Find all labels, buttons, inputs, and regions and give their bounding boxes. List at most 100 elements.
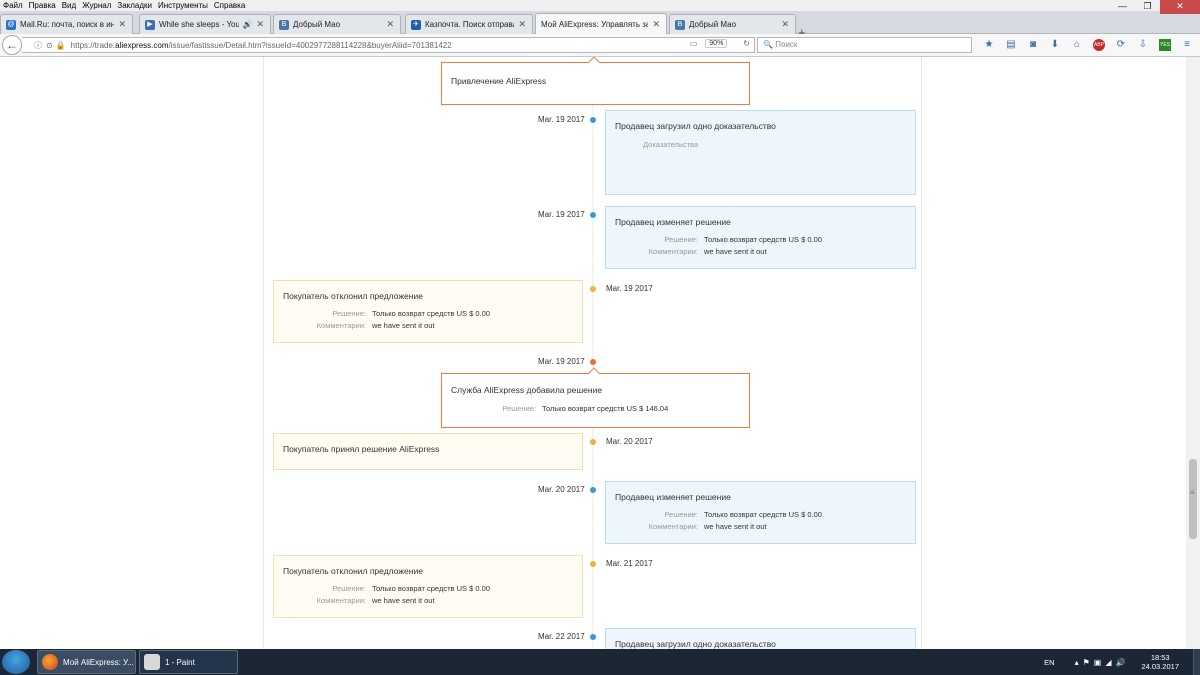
tab-aliexpress[interactable]: Мой AliExpress: Управлять зак... ✕ xyxy=(535,13,667,35)
seller-decision-box: Продавец изменяет решение Решение: Тольк… xyxy=(605,481,916,544)
windows-taskbar: Мой AliExpress: У... 1 - Paint EN ▴⚑▣◢🔊 … xyxy=(0,649,1200,675)
dispute-timeline-panel: Привлечение AliExpress Mar. 19 2017 Прод… xyxy=(263,57,922,649)
paint-icon xyxy=(144,654,160,670)
menu-bookmarks[interactable]: Закладки xyxy=(114,0,155,11)
language-indicator[interactable]: EN xyxy=(1044,658,1054,667)
close-window-button[interactable]: ✕ xyxy=(1160,0,1200,14)
zoom-indicator[interactable]: 90% xyxy=(705,39,728,48)
timeline-dot-buyer xyxy=(590,439,596,445)
event-date: Mar. 20 2017 xyxy=(538,485,585,494)
event-title: Служба AliExpress добавила решение xyxy=(451,385,603,395)
close-tab-icon[interactable]: ✕ xyxy=(386,19,394,30)
event-date: Mar. 19 2017 xyxy=(538,210,585,219)
adblock-icon[interactable]: ABP xyxy=(1093,39,1105,51)
menu-tools[interactable]: Инструменты xyxy=(155,0,211,11)
menu-help[interactable]: Справка xyxy=(211,0,248,11)
show-desktop-button[interactable] xyxy=(1193,649,1200,675)
timeline-dot-seller xyxy=(590,212,596,218)
download-icon[interactable]: ⬇ xyxy=(1044,38,1066,52)
taskbar-item-firefox[interactable]: Мой AliExpress: У... xyxy=(37,650,136,674)
seller-evidence-box: Продавец загрузил одно доказательство xyxy=(605,628,916,649)
buyer-reject-box: Покупатель отклонил предложение Решение:… xyxy=(273,555,583,618)
bookmark-star-icon[interactable]: ★ xyxy=(978,38,1000,52)
mailru-icon: @ xyxy=(6,19,16,30)
decision-value: Только возврат средств US $ 0.00 xyxy=(704,235,822,244)
tab-youtube[interactable]: ▶ While she sleeps - You ... 🔊 ✕ xyxy=(139,14,271,34)
close-tab-icon[interactable]: ✕ xyxy=(118,19,126,30)
close-tab-icon[interactable]: ✕ xyxy=(781,19,789,30)
clock-time: 18:53 xyxy=(1150,653,1170,662)
timeline-dot-seller xyxy=(590,634,596,640)
comment-value: we have sent it out xyxy=(372,321,435,330)
speaker-icon[interactable]: 🔊 xyxy=(242,20,252,29)
grip-icon: ≡ xyxy=(1190,488,1195,497)
menu-file[interactable]: Файл xyxy=(0,0,26,11)
tab-strip: — ❐ ✕ @ Mail.Ru: почта, поиск в ин... ✕ … xyxy=(0,0,1200,39)
tab-kazpost[interactable]: ✈ Казпочта. Поиск отправл... ✕ xyxy=(405,14,533,34)
youtube-icon: ▶ xyxy=(145,19,155,30)
taskbar-item-paint[interactable]: 1 - Paint xyxy=(139,650,238,674)
scrollbar-thumb[interactable] xyxy=(1189,459,1197,539)
yes-extension-icon[interactable]: YES xyxy=(1159,39,1171,51)
menu-edit[interactable]: Правка xyxy=(26,0,59,11)
navigation-bar: ⓘ ⊙ 🔒 https://trade.aliexpress.com/issue… xyxy=(0,34,1200,57)
decision-label: Решение: xyxy=(332,584,366,593)
comment-value: we have sent it out xyxy=(704,522,767,531)
comment-label: Комментарии: xyxy=(316,596,366,605)
menu-view[interactable]: Вид xyxy=(59,0,79,11)
aliexpress-involved-box: Привлечение AliExpress xyxy=(441,57,750,105)
savefrom-icon[interactable]: ⇩ xyxy=(1132,38,1154,52)
sync-icon[interactable]: ⟳ xyxy=(1110,38,1132,52)
page-content: Привлечение AliExpress Mar. 19 2017 Прод… xyxy=(0,57,1186,649)
comment-label: Комментарии: xyxy=(648,522,698,531)
tab-title: Добрый Мао xyxy=(293,20,341,29)
close-tab-icon[interactable]: ✕ xyxy=(652,19,660,30)
timeline-dot-aliexpress xyxy=(590,359,596,365)
vk-icon: B xyxy=(675,19,685,30)
tab-title: Мой AliExpress: Управлять зак... xyxy=(541,20,648,29)
system-tray: EN ▴⚑▣◢🔊 18:53 24.03.2017 xyxy=(1044,649,1200,675)
clock[interactable]: 18:53 24.03.2017 xyxy=(1141,653,1179,671)
timeline-dot-buyer xyxy=(590,286,596,292)
menu-history[interactable]: Журнал xyxy=(79,0,114,11)
tray-icons[interactable]: ▴⚑▣◢🔊 xyxy=(1075,658,1130,667)
back-button[interactable]: ← xyxy=(2,35,22,55)
reader-view-icon[interactable]: ▭ xyxy=(690,39,698,48)
close-tab-icon[interactable]: ✕ xyxy=(256,19,264,30)
decision-label: Решение: xyxy=(502,404,536,413)
lock-icon[interactable]: 🔒 xyxy=(56,41,66,50)
event-date: Mar. 21 2017 xyxy=(606,559,653,568)
tab-vk-2[interactable]: B Добрый Мао ✕ xyxy=(669,14,796,34)
kazpost-icon: ✈ xyxy=(411,19,421,30)
info-icon[interactable]: ⓘ xyxy=(34,40,42,51)
tab-title: Добрый Мао xyxy=(689,20,737,29)
event-title: Продавец загрузил одно доказательство xyxy=(615,639,776,649)
maximize-button[interactable]: ❐ xyxy=(1135,0,1160,14)
page-scrollbar[interactable]: ≡ xyxy=(1186,57,1200,649)
event-title: Продавец изменяет решение xyxy=(615,492,731,502)
bookmarks-menu-icon[interactable]: ▤ xyxy=(1000,38,1022,52)
search-bar[interactable]: 🔍 Поиск xyxy=(757,37,972,53)
url-bar[interactable]: ⓘ ⊙ 🔒 https://trade.aliexpress.com/issue… xyxy=(22,37,755,53)
timeline-dot-buyer xyxy=(590,561,596,567)
home-icon[interactable]: ⌂ xyxy=(1066,38,1088,52)
close-tab-icon[interactable]: ✕ xyxy=(518,19,526,30)
firefox-icon xyxy=(42,654,58,670)
event-date: Mar. 20 2017 xyxy=(606,437,653,446)
event-date: Mar. 19 2017 xyxy=(538,357,585,366)
event-title: Покупатель отклонил предложение xyxy=(283,566,423,576)
minimize-button[interactable]: — xyxy=(1110,0,1135,14)
decision-value: Только возврат средств US $ 0.00 xyxy=(704,510,822,519)
tab-mailru[interactable]: @ Mail.Ru: почта, поиск в ин... ✕ xyxy=(0,14,133,34)
evidence-link[interactable]: Доказательства xyxy=(643,140,698,149)
taskbar-item-label: 1 - Paint xyxy=(165,657,195,667)
reload-icon[interactable]: ↻ xyxy=(743,39,750,48)
comment-label: Комментарии: xyxy=(316,321,366,330)
event-title: Продавец изменяет решение xyxy=(615,217,731,227)
pocket-icon[interactable]: ◙ xyxy=(1022,38,1044,52)
start-button[interactable] xyxy=(2,650,30,674)
tracking-icon[interactable]: ⊙ xyxy=(46,41,53,50)
hamburger-menu-icon[interactable]: ≡ xyxy=(1176,38,1198,52)
tab-vk-1[interactable]: B Добрый Мао ✕ xyxy=(273,14,401,34)
url-text[interactable]: https://trade.aliexpress.com/issue/fasti… xyxy=(71,41,452,50)
